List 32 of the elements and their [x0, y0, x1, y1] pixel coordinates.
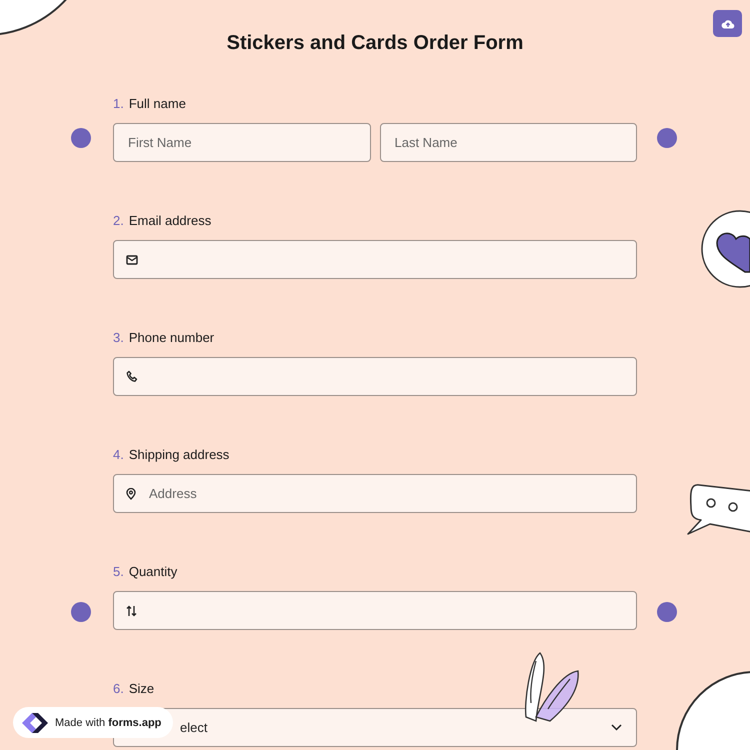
- cloud-upload-icon: [720, 18, 734, 30]
- question-label: Email address: [128, 213, 212, 229]
- dot-decoration: [657, 128, 677, 148]
- question-number: 3.: [113, 330, 124, 346]
- input-field[interactable]: First Name: [113, 123, 370, 162]
- phone-icon: [126, 370, 138, 383]
- sort-arrows-icon: [126, 604, 137, 616]
- chevron-down-icon: [611, 724, 622, 731]
- dot-decoration: [657, 602, 677, 622]
- question-number: 4.: [113, 447, 124, 463]
- form-title: Stickers and Cards Order Form: [226, 31, 524, 55]
- bunny-ears-drawing: [522, 651, 582, 723]
- question-number: 5.: [113, 564, 124, 580]
- made-with-badge[interactable]: Made with forms.app: [13, 707, 174, 738]
- input-field[interactable]: Address: [113, 474, 637, 513]
- question-number: 2.: [113, 213, 124, 229]
- question-label: Phone number: [128, 330, 214, 346]
- dot-decoration: [71, 128, 91, 148]
- location-pin-icon: [126, 488, 136, 500]
- input-field[interactable]: [113, 357, 637, 396]
- upload-button[interactable]: [713, 10, 742, 37]
- dot-decoration: [71, 602, 91, 622]
- question-number: 6.: [113, 681, 124, 697]
- question-label: Size: [128, 681, 154, 697]
- question-label: Full name: [128, 96, 186, 112]
- question-label: Shipping address: [128, 447, 230, 463]
- envelope-icon: [126, 254, 138, 264]
- input-field[interactable]: Last Name: [380, 123, 637, 162]
- input-field[interactable]: [113, 240, 637, 279]
- question-label: Quantity: [128, 564, 178, 580]
- question-number: 1.: [113, 96, 124, 112]
- input-field[interactable]: [113, 591, 637, 630]
